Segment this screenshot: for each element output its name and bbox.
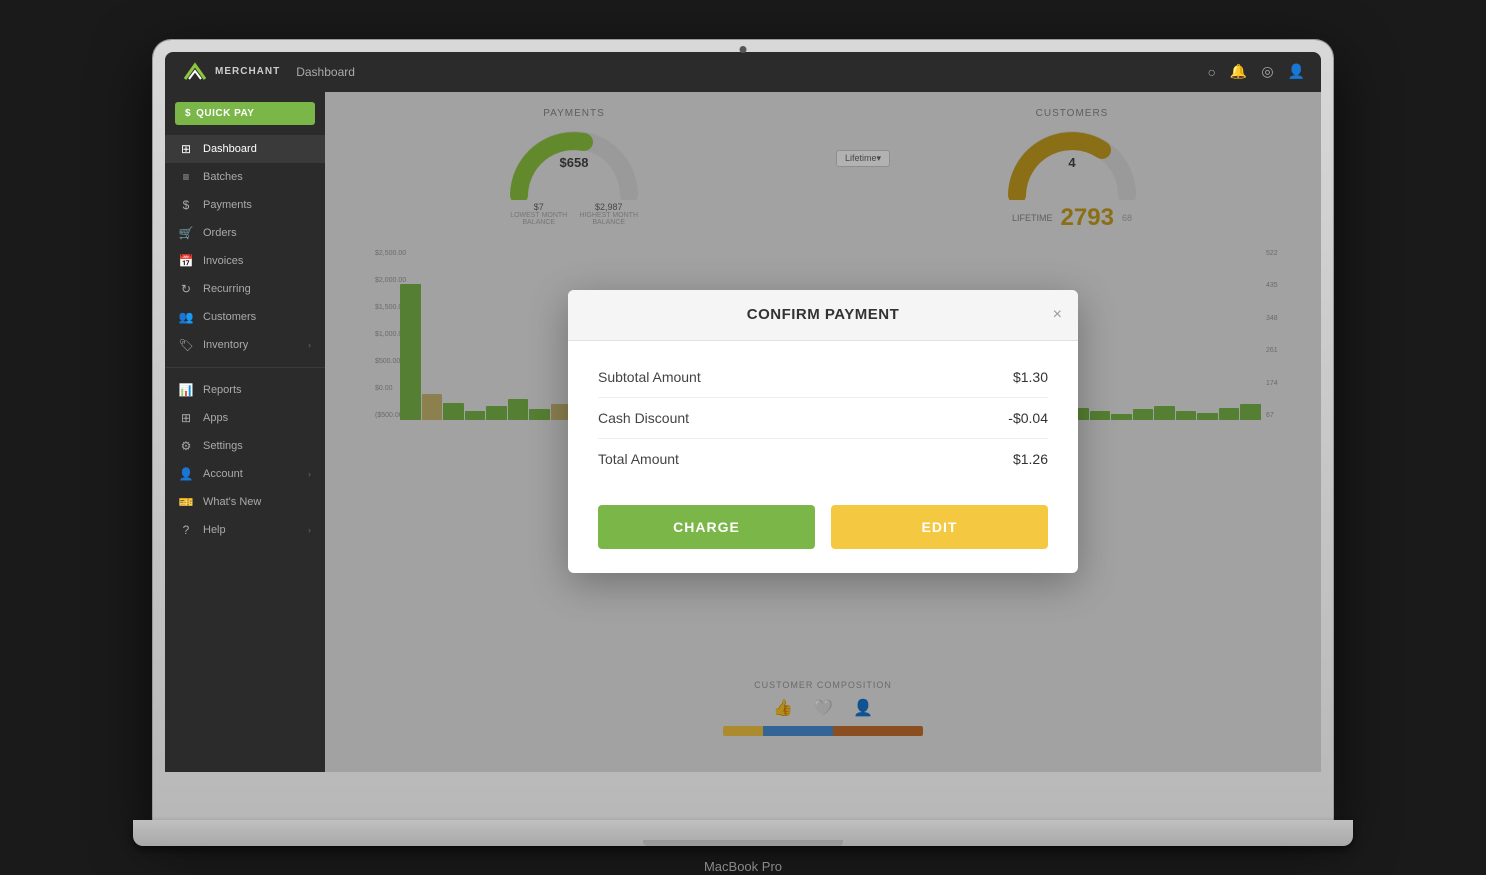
- discount-value: -$0.04: [1008, 410, 1048, 426]
- gear-icon: ⚙: [179, 439, 193, 453]
- sidebar-label-payments: Payments: [203, 199, 252, 211]
- modal-row-subtotal: Subtotal Amount $1.30: [598, 361, 1048, 393]
- dollar-icon: $: [179, 198, 193, 212]
- sidebar-item-invoices[interactable]: 📅 Invoices: [165, 247, 325, 275]
- sidebar-divider: [165, 367, 325, 368]
- refresh-icon: ↻: [179, 282, 193, 296]
- total-label: Total Amount: [598, 451, 679, 467]
- quick-pay-button[interactable]: QUICK PAY: [175, 102, 315, 125]
- modal-divider-1: [598, 397, 1048, 398]
- edit-button[interactable]: EDIT: [831, 505, 1048, 549]
- grid-icon: ⊞: [179, 142, 193, 156]
- discount-label: Cash Discount: [598, 410, 689, 426]
- sidebar-label-recurring: Recurring: [203, 283, 251, 295]
- user-circle-icon: 👤: [179, 467, 193, 481]
- sidebar-item-recurring[interactable]: ↻ Recurring: [165, 275, 325, 303]
- cart-icon: 🛒: [179, 226, 193, 240]
- sidebar-label-whats-new: What's New: [203, 496, 261, 508]
- topbar-title: Dashboard: [296, 65, 355, 79]
- modal-header: CONFIRM PAYMENT ×: [568, 290, 1078, 341]
- sidebar-item-orders[interactable]: 🛒 Orders: [165, 219, 325, 247]
- badge-icon: 🎫: [179, 495, 193, 509]
- main-layout: QUICK PAY ⊞ Dashboard ≡ Batches $ Paymen…: [165, 92, 1321, 772]
- bar-chart-icon: 📊: [179, 383, 193, 397]
- modal-overlay: CONFIRM PAYMENT × Subtotal Amount $1.30: [325, 92, 1321, 772]
- subtotal-label: Subtotal Amount: [598, 369, 701, 385]
- topbar-right: ○ 🔔 ◎ 👤: [1207, 63, 1305, 80]
- modal-divider-2: [598, 438, 1048, 439]
- logo-icon: [181, 61, 209, 83]
- charge-button[interactable]: CHARGE: [598, 505, 815, 549]
- total-value: $1.26: [1013, 451, 1048, 467]
- help-arrow: ›: [308, 525, 311, 535]
- user-icon[interactable]: 👤: [1288, 63, 1305, 80]
- sidebar-label-help: Help: [203, 524, 226, 536]
- sidebar-item-payments[interactable]: $ Payments: [165, 191, 325, 219]
- sidebar-label-batches: Batches: [203, 171, 243, 183]
- sidebar-label-invoices: Invoices: [203, 255, 243, 267]
- macbook-screen: MERCHANT Dashboard ○ 🔔 ◎ 👤 QU: [165, 52, 1321, 772]
- camera: [740, 46, 747, 53]
- sidebar-item-customers[interactable]: 👥 Customers: [165, 303, 325, 331]
- logo-text: MERCHANT: [215, 66, 280, 77]
- sidebar-label-settings: Settings: [203, 440, 243, 452]
- macbook-base: MacBook Pro: [133, 820, 1353, 846]
- sidebar-item-inventory[interactable]: 🏷 Inventory ›: [165, 331, 325, 359]
- subtotal-value: $1.30: [1013, 369, 1048, 385]
- sidebar-item-apps[interactable]: ⊞ Apps: [165, 404, 325, 432]
- sidebar-item-dashboard[interactable]: ⊞ Dashboard: [165, 135, 325, 163]
- account-arrow: ›: [308, 469, 311, 479]
- modal-body: Subtotal Amount $1.30 Cash Discount -$0.…: [568, 341, 1078, 495]
- modal-row-discount: Cash Discount -$0.04: [598, 402, 1048, 434]
- apps-icon: ⊞: [179, 411, 193, 425]
- list-icon: ≡: [179, 170, 193, 184]
- sidebar-label-dashboard: Dashboard: [203, 143, 257, 155]
- sidebar-item-whats-new[interactable]: 🎫 What's New: [165, 488, 325, 516]
- sidebar-label-orders: Orders: [203, 227, 237, 239]
- sidebar-item-settings[interactable]: ⚙ Settings: [165, 432, 325, 460]
- macbook-label: MacBook Pro: [704, 859, 782, 874]
- sidebar-label-customers: Customers: [203, 311, 256, 323]
- modal-title: CONFIRM PAYMENT: [747, 306, 900, 323]
- modal-close-button[interactable]: ×: [1053, 307, 1062, 323]
- content-area: PAYMENTS $658: [325, 92, 1321, 772]
- sidebar-item-account[interactable]: 👤 Account ›: [165, 460, 325, 488]
- inventory-arrow: ›: [308, 340, 311, 350]
- sidebar-label-reports: Reports: [203, 384, 242, 396]
- sidebar-item-batches[interactable]: ≡ Batches: [165, 163, 325, 191]
- tag-icon: 🏷: [179, 338, 193, 352]
- sidebar-label-account: Account: [203, 468, 243, 480]
- macbook-outer: MERCHANT Dashboard ○ 🔔 ◎ 👤 QU: [153, 40, 1333, 820]
- logo: MERCHANT: [181, 61, 280, 83]
- sidebar-label-inventory: Inventory: [203, 339, 248, 351]
- sidebar-item-help[interactable]: ? Help ›: [165, 516, 325, 544]
- sidebar-item-reports[interactable]: 📊 Reports: [165, 376, 325, 404]
- circle-icon[interactable]: ○: [1207, 64, 1215, 80]
- topbar: MERCHANT Dashboard ○ 🔔 ◎ 👤: [165, 52, 1321, 92]
- location-icon[interactable]: ◎: [1261, 63, 1273, 80]
- sidebar-label-apps: Apps: [203, 412, 228, 424]
- users-icon: 👥: [179, 310, 193, 324]
- calendar-icon: 📅: [179, 254, 193, 268]
- modal-actions: CHARGE EDIT: [568, 495, 1078, 573]
- app: MERCHANT Dashboard ○ 🔔 ◎ 👤 QU: [165, 52, 1321, 772]
- help-icon: ?: [179, 523, 193, 537]
- bell-icon[interactable]: 🔔: [1230, 63, 1247, 80]
- sidebar: QUICK PAY ⊞ Dashboard ≡ Batches $ Paymen…: [165, 92, 325, 772]
- confirm-payment-modal: CONFIRM PAYMENT × Subtotal Amount $1.30: [568, 290, 1078, 573]
- modal-row-total: Total Amount $1.26: [598, 443, 1048, 475]
- topbar-left: MERCHANT Dashboard: [181, 61, 355, 83]
